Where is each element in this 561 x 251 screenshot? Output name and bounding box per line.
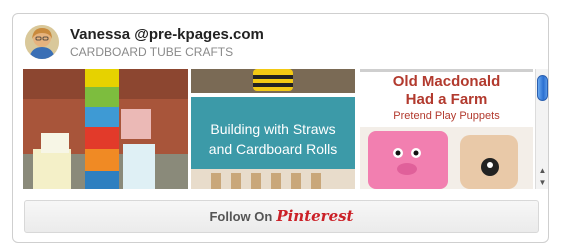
follow-on-pinterest-button[interactable]: Follow On Pinterest xyxy=(24,200,539,233)
pin-image-bee-craft[interactable] xyxy=(191,69,355,93)
scroll-up-arrow-icon[interactable]: ▲ xyxy=(536,165,548,176)
scroll-down-arrow-icon[interactable]: ▼ xyxy=(536,177,548,188)
pin-caption: Building with Straws and Cardboard Rolls xyxy=(208,121,338,157)
pin-image-old-macdonald-puppets[interactable]: Old Macdonald Had a Farm Pretend Play Pu… xyxy=(360,69,533,189)
pin-gallery: Building with Straws and Cardboard Rolls… xyxy=(23,69,533,189)
pin-image-cardboard-tubes[interactable] xyxy=(23,69,188,189)
scroll-thumb[interactable] xyxy=(537,75,548,101)
pin-subtitle: Pretend Play Puppets xyxy=(393,110,500,122)
pin-title: Old Macdonald Had a Farm xyxy=(392,73,501,108)
pinterest-logo: Pinterest xyxy=(276,207,354,225)
widget-header: Vanessa @pre-kpages.com CARDBOARD TUBE C… xyxy=(13,14,548,70)
pinterest-board-widget: Vanessa @pre-kpages.com CARDBOARD TUBE C… xyxy=(12,13,549,243)
pinner-name[interactable]: Vanessa @pre-kpages.com xyxy=(70,26,264,43)
follow-label: Follow On xyxy=(209,209,273,224)
gallery-scrollbar[interactable]: ▲ ▼ xyxy=(535,69,548,189)
avatar[interactable] xyxy=(25,25,59,59)
pin-image-straws-cardboard-rolls[interactable]: Building with Straws and Cardboard Rolls xyxy=(191,97,355,189)
board-name[interactable]: CARDBOARD TUBE CRAFTS xyxy=(70,45,233,59)
